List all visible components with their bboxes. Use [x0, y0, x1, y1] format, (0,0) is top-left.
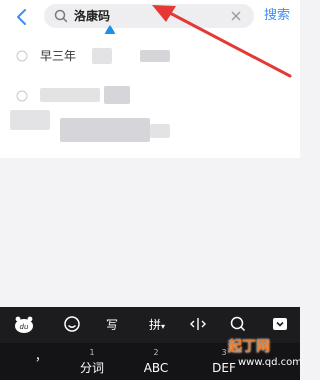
key-label: 分词	[79, 361, 104, 375]
du-logo-button[interactable]: du	[12, 315, 36, 335]
search-input[interactable]: 洛康码	[44, 4, 254, 28]
pinyin-label: 拼	[148, 318, 161, 332]
clock-icon	[16, 50, 28, 62]
back-button[interactable]	[12, 6, 32, 28]
svg-text:du: du	[20, 323, 29, 331]
key-label: ABC	[143, 361, 169, 375]
chevron-left-icon	[17, 9, 26, 25]
blurred-region	[92, 48, 112, 64]
key-2[interactable]: 2 ABC	[134, 343, 178, 380]
handwrite-label: 写	[105, 318, 118, 332]
blurred-region	[140, 50, 170, 62]
emoji-icon	[64, 316, 80, 332]
blurred-region	[40, 88, 100, 102]
du-logo-icon: du	[15, 316, 33, 333]
key-number: 2	[153, 348, 159, 357]
key-1[interactable]: 1 分词	[70, 343, 114, 380]
caret-down-icon: ▾	[161, 322, 166, 331]
pinyin-button[interactable]: 拼▾	[142, 315, 172, 335]
collapse-icon	[273, 318, 287, 330]
search-query-text: 洛康码	[74, 9, 111, 23]
collapse-keyboard-button[interactable]	[268, 315, 292, 335]
blurred-region	[10, 110, 50, 130]
handwrite-button[interactable]: 写	[100, 315, 124, 335]
close-icon	[231, 11, 241, 21]
key-label: ，	[34, 349, 47, 363]
emoji-button[interactable]	[60, 315, 84, 335]
watermark-logo: 起丁网	[228, 339, 270, 355]
cursor-move-button[interactable]	[186, 315, 210, 335]
blurred-region	[150, 124, 170, 138]
search-icon	[54, 9, 68, 23]
clear-button[interactable]	[228, 7, 244, 25]
cursor-move-icon	[190, 318, 206, 330]
key-comma[interactable]: ，	[26, 343, 56, 380]
suggestion-list: 早三年	[0, 34, 300, 158]
suggestion-text: 早三年	[40, 49, 77, 63]
search-button[interactable]: 搜索	[264, 6, 290, 26]
search-icon	[230, 316, 246, 332]
key-number: 1	[89, 348, 95, 357]
search-header: 洛康码 搜索	[0, 0, 300, 34]
clock-icon	[16, 90, 28, 102]
keyboard-search-button[interactable]	[226, 315, 250, 335]
suggestion-item[interactable]: 早三年	[0, 38, 300, 76]
blurred-region	[104, 86, 130, 104]
watermark-url: www.qd.com	[238, 357, 303, 368]
blurred-region	[60, 118, 150, 142]
